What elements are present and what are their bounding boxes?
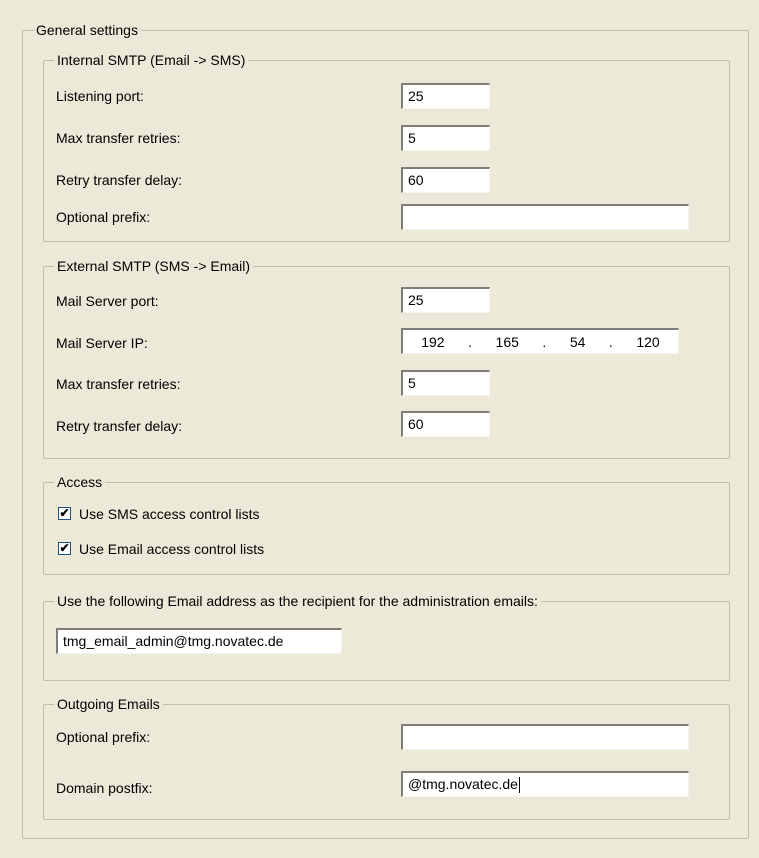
ip-octet-2[interactable]: 165 — [496, 331, 519, 353]
internal-max-retries-label: Max transfer retries: — [56, 130, 181, 146]
internal-retry-delay-label: Retry transfer delay: — [56, 172, 183, 188]
external-retry-delay-label: Retry transfer delay: — [56, 418, 183, 434]
domain-postfix-label: Domain postfix: — [56, 780, 153, 796]
general-settings-title: General settings — [33, 21, 141, 39]
admin-email-input[interactable]: tmg_email_admin@tmg.novatec.de — [56, 628, 342, 654]
outgoing-optional-prefix-input[interactable] — [401, 724, 689, 750]
admin-email-title: Use the following Email address as the r… — [54, 592, 541, 610]
external-max-retries-label: Max transfer retries: — [56, 376, 181, 392]
sms-acl-checkbox[interactable]: ✔ — [58, 507, 71, 520]
ip-octet-1[interactable]: 192 — [421, 331, 444, 353]
outgoing-emails-title: Outgoing Emails — [54, 695, 163, 713]
outgoing-optional-prefix-label: Optional prefix: — [56, 729, 151, 745]
ip-octet-4[interactable]: 120 — [636, 331, 659, 353]
email-acl-checkbox[interactable]: ✔ — [58, 542, 71, 555]
internal-optional-prefix-input[interactable] — [401, 204, 689, 230]
domain-postfix-input[interactable]: @tmg.novatec.de — [401, 771, 689, 797]
access-group: Access — [43, 473, 730, 575]
ip-separator: . — [608, 333, 613, 350]
domain-postfix-value[interactable]: @tmg.novatec.de — [408, 776, 518, 792]
external-max-retries-input[interactable]: 5 — [401, 370, 490, 396]
mail-server-port-label: Mail Server port: — [56, 293, 159, 309]
mail-server-ip-input[interactable]: 192 . 165 . 54 . 120 — [401, 328, 679, 354]
email-acl-label[interactable]: Use Email access control lists — [79, 540, 264, 558]
internal-optional-prefix-label: Optional prefix: — [56, 209, 151, 225]
ip-separator: . — [542, 333, 547, 350]
internal-listening-port-label: Listening port: — [56, 88, 144, 104]
mail-server-ip-label: Mail Server IP: — [56, 335, 148, 351]
internal-listening-port-input[interactable]: 25 — [401, 83, 490, 109]
external-smtp-title: External SMTP (SMS -> Email) — [54, 257, 254, 275]
ip-octet-3[interactable]: 54 — [570, 331, 586, 353]
ip-separator: . — [468, 333, 472, 350]
internal-retry-delay-input[interactable]: 60 — [401, 167, 490, 193]
outgoing-emails-group: Outgoing Emails — [43, 695, 730, 820]
sms-acl-label[interactable]: Use SMS access control lists — [79, 505, 260, 523]
text-caret — [518, 777, 520, 794]
external-retry-delay-input[interactable]: 60 — [401, 411, 490, 437]
internal-max-retries-input[interactable]: 5 — [401, 125, 490, 151]
mail-server-port-input[interactable]: 25 — [401, 287, 490, 313]
access-title: Access — [54, 473, 106, 491]
internal-smtp-title: Internal SMTP (Email -> SMS) — [54, 51, 249, 69]
